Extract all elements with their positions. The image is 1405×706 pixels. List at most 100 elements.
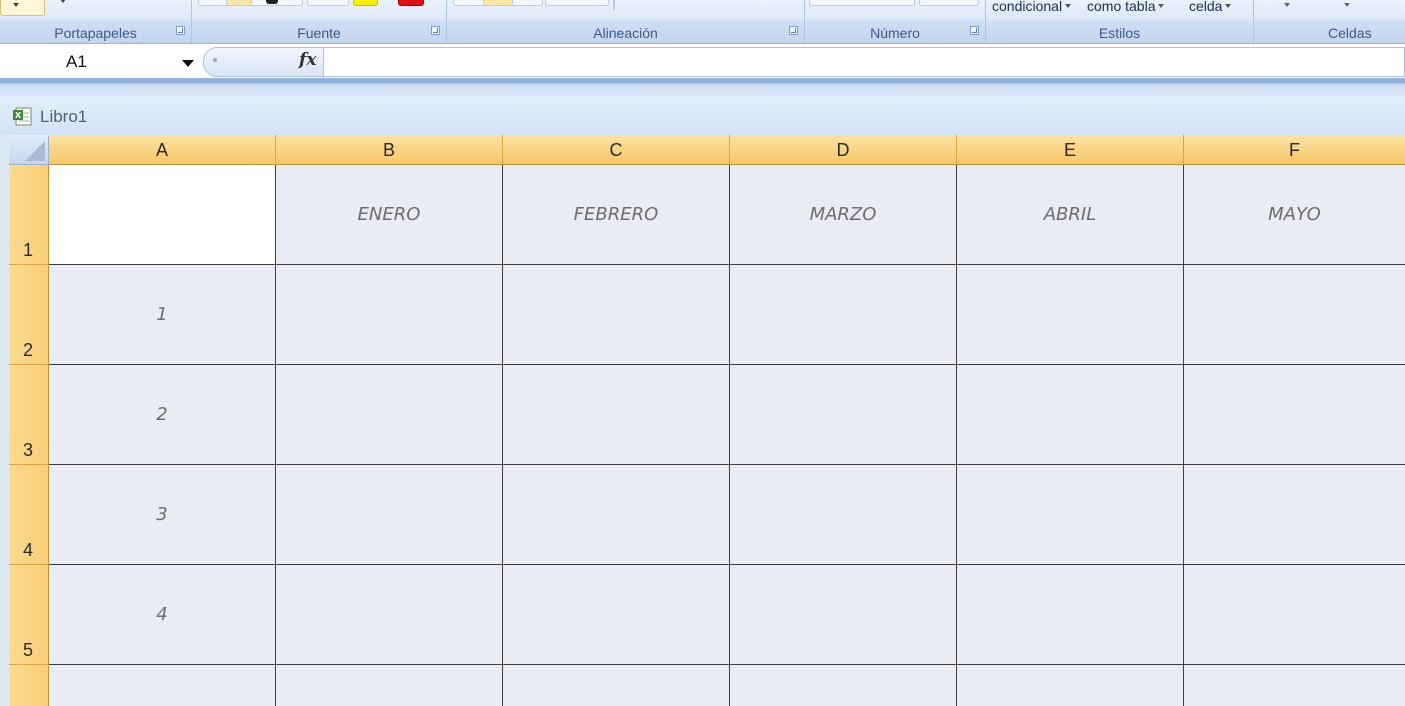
decimal-buttons[interactable] — [919, 0, 979, 6]
row-header-3[interactable]: 3 — [9, 365, 49, 465]
cell-f2[interactable] — [1184, 265, 1405, 365]
chevron-down-icon[interactable] — [60, 0, 66, 3]
align-center-button[interactable] — [483, 0, 513, 6]
chevron-down-icon[interactable] — [182, 60, 194, 67]
cell-c1[interactable]: FEBRERO — [503, 165, 730, 265]
cell-c5[interactable] — [503, 565, 730, 665]
bold-button[interactable] — [226, 0, 252, 6]
dialog-launcher-icon[interactable] — [789, 26, 798, 35]
cell-f1[interactable]: MAYO — [1184, 165, 1405, 265]
cell-a4[interactable]: 3 — [49, 465, 276, 565]
group-label-numero: Número — [870, 25, 920, 41]
insert-function-icon[interactable]: fx — [299, 50, 316, 70]
svg-text:X: X — [15, 111, 22, 120]
column-headers: A B C D E F — [49, 135, 1405, 165]
cell-b1[interactable]: ENERO — [276, 165, 503, 265]
font-color-button[interactable] — [398, 0, 424, 6]
cell-a3[interactable]: 2 — [49, 365, 276, 465]
cell-styles-button[interactable]: celda — [1189, 0, 1232, 14]
workbook-title: Libro1 — [40, 107, 88, 126]
dialog-launcher-icon[interactable] — [176, 26, 185, 35]
cell-b3[interactable] — [276, 365, 503, 465]
cell-e3[interactable] — [957, 365, 1184, 465]
conditional-format-button[interactable]: condicional — [992, 0, 1072, 14]
row-header-6[interactable] — [9, 665, 49, 706]
cell-d6[interactable] — [730, 665, 957, 706]
column-header-f[interactable]: F — [1184, 135, 1405, 165]
number-format-dropdown[interactable] — [809, 0, 915, 6]
group-label-celdas: Celdas — [1328, 25, 1372, 41]
cell-b2[interactable] — [276, 265, 503, 365]
cell-f5[interactable] — [1184, 565, 1405, 665]
cell-e5[interactable] — [957, 565, 1184, 665]
chevron-down-icon — [1065, 4, 1072, 8]
select-all-icon — [25, 141, 45, 161]
chevron-down-icon — [1158, 4, 1165, 8]
group-label-estilos: Estilos — [1098, 25, 1141, 41]
cell-d2[interactable] — [730, 265, 957, 365]
chevron-down-icon — [1225, 4, 1232, 8]
underline-button[interactable] — [266, 0, 278, 4]
ribbon-group-estilos: condicional como tabla celda Estilos — [986, 0, 1254, 43]
paste-button[interactable] — [0, 0, 45, 16]
wrap-text-button[interactable] — [545, 0, 609, 6]
cell-d5[interactable] — [730, 565, 957, 665]
cell-b5[interactable] — [276, 565, 503, 665]
cell-c4[interactable] — [503, 465, 730, 565]
row-header-5[interactable]: 5 — [9, 565, 49, 665]
formula-input[interactable] — [324, 47, 1405, 77]
ribbon-group-alineacion: Alineación — [447, 0, 805, 43]
spreadsheet-grid: A B C D E F 1 2 3 4 5 ENERO FEBRERO MARZO A… — [0, 135, 1405, 706]
group-label-fuente: Fuente — [297, 25, 341, 41]
cell-e4[interactable] — [957, 465, 1184, 565]
group-label-portapapeles: Portapapeles — [54, 25, 137, 41]
workbook-titlebar: X Libro1 — [0, 97, 1405, 135]
cell-b6[interactable] — [276, 665, 503, 706]
column-header-c[interactable]: C — [503, 135, 730, 165]
dialog-launcher-icon[interactable] — [431, 26, 440, 35]
dialog-launcher-icon[interactable] — [970, 26, 979, 35]
cell-d4[interactable] — [730, 465, 957, 565]
fill-color-button[interactable] — [353, 0, 378, 6]
cell-e2[interactable] — [957, 265, 1184, 365]
row-header-1[interactable]: 1 — [9, 165, 49, 265]
row-header-4[interactable]: 4 — [9, 465, 49, 565]
resize-grip-icon[interactable] — [213, 58, 217, 62]
cell-d3[interactable] — [730, 365, 957, 465]
border-button[interactable] — [307, 0, 349, 6]
ribbon-group-celdas: Celdas — [1254, 0, 1405, 43]
cell-a1[interactable] — [49, 165, 276, 265]
cell-a6[interactable] — [49, 665, 276, 706]
cell-b4[interactable] — [276, 465, 503, 565]
column-header-a[interactable]: A — [49, 135, 276, 165]
row-header-2[interactable]: 2 — [9, 265, 49, 365]
cell-c2[interactable] — [503, 265, 730, 365]
cell-f4[interactable] — [1184, 465, 1405, 565]
select-all-button[interactable] — [9, 136, 49, 165]
ribbon-group-numero: Número — [805, 0, 986, 43]
separator — [0, 79, 1405, 97]
cell-f3[interactable] — [1184, 365, 1405, 465]
cell-d1[interactable]: MARZO — [730, 165, 957, 265]
column-header-e[interactable]: E — [957, 135, 1184, 165]
cell-c3[interactable] — [503, 365, 730, 465]
chevron-down-icon — [13, 3, 19, 7]
cell-a5[interactable]: 4 — [49, 565, 276, 665]
cell-grid: ENERO FEBRERO MARZO ABRIL MAYO 1 2 3 4 — [49, 165, 1405, 706]
column-header-d[interactable]: D — [730, 135, 957, 165]
chevron-down-icon[interactable] — [1284, 3, 1290, 7]
column-header-b[interactable]: B — [276, 135, 503, 165]
cell-f6[interactable] — [1184, 665, 1405, 706]
cell-e1[interactable]: ABRIL — [957, 165, 1184, 265]
ribbon-group-fuente: Fuente — [192, 0, 447, 43]
format-as-table-button[interactable]: como tabla — [1087, 0, 1165, 14]
cell-e6[interactable] — [957, 665, 1184, 706]
cell-c6[interactable] — [503, 665, 730, 706]
name-box-value: A1 — [66, 52, 87, 71]
group-label-alineacion: Alineación — [593, 25, 658, 41]
chevron-down-icon[interactable] — [1344, 3, 1350, 7]
ribbon-group-portapapeles: Portapapeles — [0, 0, 192, 43]
cell-a2[interactable]: 1 — [49, 265, 276, 365]
name-box[interactable]: A1 — [0, 47, 203, 77]
formula-bar: A1 fx — [0, 46, 1405, 79]
